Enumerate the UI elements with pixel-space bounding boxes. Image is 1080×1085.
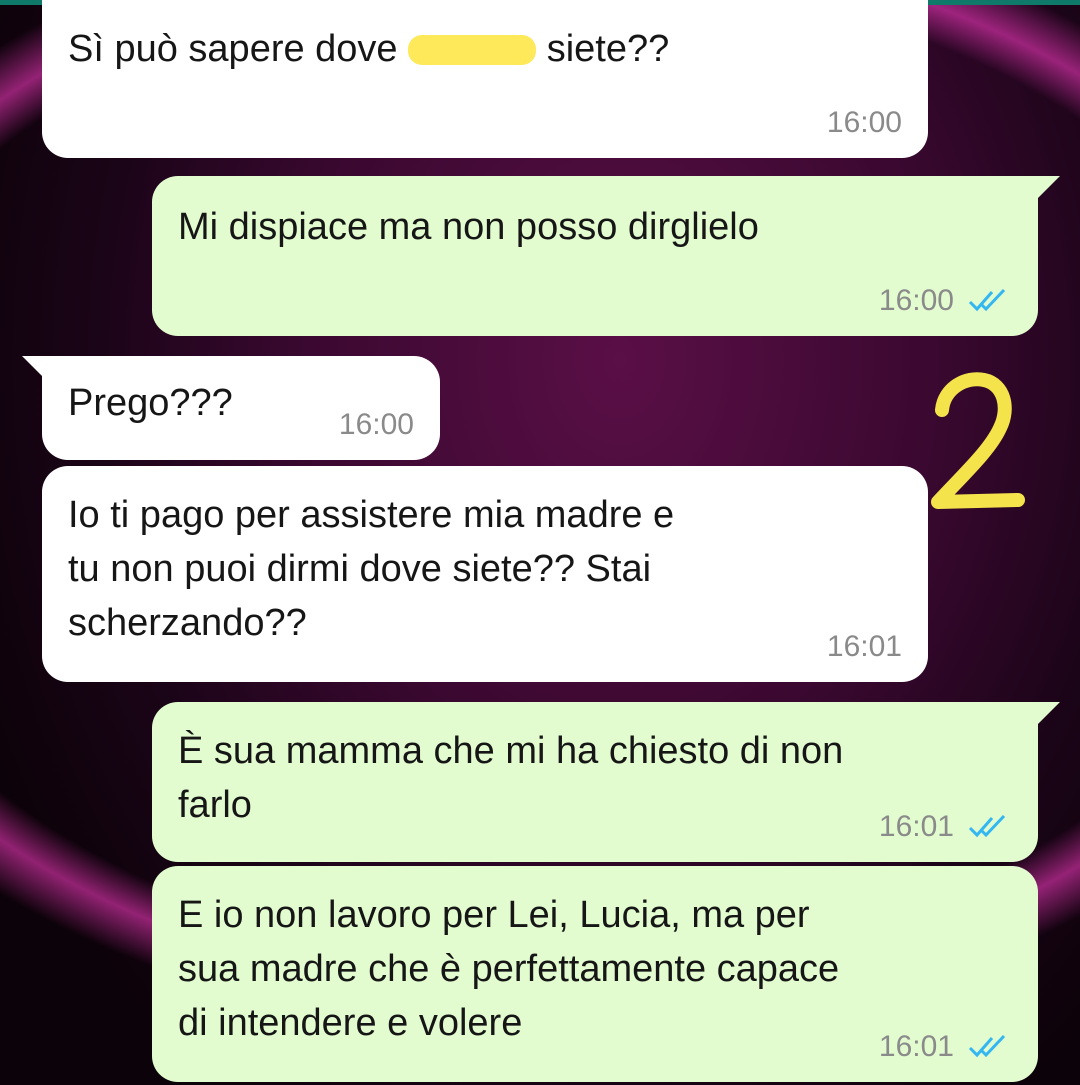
- message-time: 16:01: [878, 1030, 954, 1063]
- message-bubble-incoming[interactable]: Prego??? 16:00: [22, 356, 440, 460]
- message-text: È sua mamma che mi ha chiesto di non far…: [178, 730, 844, 826]
- message-text: Sì può sapere dove siete??: [68, 28, 670, 70]
- message-meta: 16:01: [879, 1030, 1012, 1064]
- message-bubble-incoming[interactable]: Sì può sapere dove siete?? 16:00: [42, 0, 928, 158]
- double-check-icon: [968, 1034, 1006, 1058]
- message-text: Io ti pago per assistere mia madre e tu …: [68, 494, 675, 644]
- message-time: 16:00: [878, 284, 954, 317]
- message-time: 16:00: [338, 408, 414, 441]
- message-meta: 16:01: [879, 810, 1012, 844]
- message-bubble-outgoing[interactable]: Mi dispiace ma non posso dirglielo 16:00: [152, 176, 1060, 336]
- message-meta: 16:00: [339, 408, 414, 442]
- bubble-tail: [22, 356, 48, 382]
- message-text: Prego???: [68, 382, 233, 424]
- double-check-icon: [968, 288, 1006, 312]
- message-bubble-outgoing[interactable]: E io non lavoro per Lei, Lucia, ma per s…: [152, 866, 1038, 1082]
- message-time: 16:01: [878, 810, 954, 843]
- message-meta: 16:00: [879, 284, 1012, 318]
- bubble-tail: [1034, 176, 1060, 202]
- message-time: 16:00: [826, 106, 902, 139]
- message-bubble-outgoing[interactable]: È sua mamma che mi ha chiesto di non far…: [152, 702, 1060, 862]
- double-check-icon: [968, 814, 1006, 838]
- message-text: Mi dispiace ma non posso dirglielo: [178, 206, 759, 248]
- message-time: 16:01: [826, 630, 902, 663]
- message-text: E io non lavoro per Lei, Lucia, ma per s…: [178, 894, 840, 1044]
- message-bubble-incoming[interactable]: Io ti pago per assistere mia madre e tu …: [42, 466, 928, 682]
- annotation-number-2: [931, 372, 1025, 509]
- message-meta: 16:00: [827, 106, 902, 140]
- redaction-mark: [408, 35, 537, 65]
- bubble-tail: [1034, 702, 1060, 728]
- message-meta: 16:01: [827, 630, 902, 664]
